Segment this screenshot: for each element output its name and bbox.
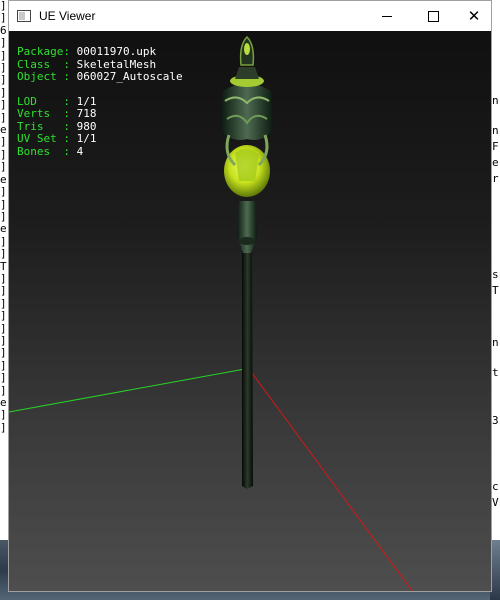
info-uvset-value: 1/1 (76, 132, 97, 145)
maximize-button[interactable] (410, 1, 456, 31)
maximize-icon (427, 10, 439, 22)
title-bar[interactable]: UE Viewer ✕ (8, 0, 492, 31)
window-title: UE Viewer (39, 9, 96, 23)
info-bones: Bones : 4 (17, 144, 183, 159)
app-icon (17, 10, 31, 22)
mesh-info-panel: Package: 00011970.upk Class : SkeletalMe… (17, 46, 183, 158)
3d-viewport[interactable]: Package: 00011970.upk Class : SkeletalMe… (8, 31, 492, 592)
info-object: Object : 060027_Autoscale (17, 71, 183, 84)
info-bones-value: 4 (76, 144, 84, 158)
info-package-label: Package: (17, 45, 77, 58)
info-uvset-label: UV Set : (17, 132, 77, 145)
info-object-value: 060027_Autoscale (76, 70, 183, 83)
info-lod-label: LOD : (17, 94, 77, 108)
info-tris-value: 980 (76, 119, 97, 133)
close-icon: ✕ (467, 6, 481, 25)
info-bones-label: Bones : (17, 144, 77, 158)
info-package-value: 00011970.upk (76, 45, 157, 58)
staff-head (221, 83, 273, 140)
staff-shaft (242, 251, 253, 489)
info-object-label: Object : (17, 70, 77, 83)
info-class-label: Class : (17, 57, 77, 71)
info-verts-label: Verts : (17, 107, 77, 120)
minimize-icon (382, 15, 392, 17)
staff-neck (237, 201, 257, 253)
ue-viewer-window: UE Viewer ✕ Package: 00011970.upk Class … (0, 0, 500, 600)
info-tris-label: Tris : (17, 119, 77, 133)
axis-x-green (9, 368, 246, 413)
info-verts-value: 718 (76, 107, 97, 120)
info-class-value: SkeletalMesh (76, 57, 157, 71)
info-lod-value: 1/1 (76, 94, 97, 108)
axis-z-red (248, 368, 413, 591)
close-button[interactable]: ✕ (456, 1, 492, 31)
minimize-button[interactable] (364, 1, 410, 31)
